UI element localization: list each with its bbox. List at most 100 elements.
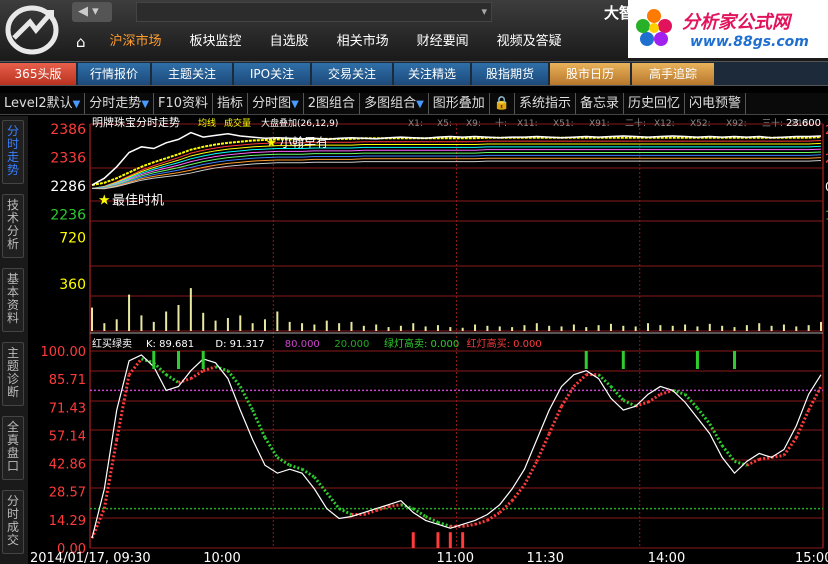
volume-bar <box>745 325 748 331</box>
sell-signal-bar <box>152 351 156 369</box>
side-tab-chengjiao[interactable]: 分时成交 <box>2 490 24 554</box>
kd-signal-segment <box>696 407 711 425</box>
volume-bar <box>696 326 699 331</box>
volume-bar <box>560 326 563 331</box>
volume-bar <box>659 325 662 331</box>
kd-stat: 80.000 <box>285 339 320 350</box>
price-tick-label: 2336 <box>50 151 86 167</box>
tab-hangqing[interactable]: 行情报价 <box>78 63 150 85</box>
kd-title: 红买绿卖 <box>92 337 132 350</box>
back-forward-icon[interactable]: ◀ ▾ <box>72 2 112 22</box>
tab-zhuti[interactable]: 主题关注 <box>152 63 232 85</box>
legend-item: X9: <box>466 119 481 129</box>
tab-rili[interactable]: 股市日历 <box>550 63 630 85</box>
kd-tick-label: 28.57 <box>49 486 86 501</box>
volume-bar <box>375 324 378 331</box>
menu-zixuan[interactable]: 自选股 <box>256 30 323 54</box>
brand-url: www.88gs.com <box>690 34 809 50</box>
kd-signal-segment <box>462 522 476 528</box>
toolbar-f10[interactable]: F10资料 <box>154 93 214 114</box>
toolbar-lock[interactable]: 🔒 <box>490 93 515 114</box>
volume-bar <box>152 321 155 331</box>
toolbar-2tu[interactable]: 2图组合 <box>304 93 361 114</box>
kd-signal-segment <box>152 361 168 376</box>
time-tick-label: 11:30 <box>527 551 564 564</box>
volume-bar <box>498 326 501 331</box>
chart-area[interactable]: 23862336228622362201720360100.0085.7171.… <box>28 116 828 564</box>
menu-shipin[interactable]: 视频及答疑 <box>483 30 576 54</box>
side-tab-pankou-label: 全真盘口 <box>6 420 19 473</box>
kd-signal-segment <box>313 476 328 494</box>
toolbar-beiwang[interactable]: 备忘录 <box>576 93 625 114</box>
secondary-tabs: 365头版 行情报价 主题关注 IPO关注 交易关注 关注精选 股指期货 股市日… <box>0 62 828 86</box>
side-tab-fenshi-label: 分时走势 <box>6 124 19 177</box>
kd-signal-segment <box>510 484 526 502</box>
address-bar[interactable]: ▾ <box>136 2 492 22</box>
side-tab-fenshi[interactable]: 分时走势 <box>2 120 24 184</box>
menu-hushen[interactable]: 沪深市场 <box>96 30 176 54</box>
volume-bar <box>597 325 600 331</box>
volume-bar <box>770 325 773 331</box>
sell-signal-bar <box>695 351 699 369</box>
volume-bar <box>721 325 724 331</box>
time-tick-label: 10:00 <box>203 551 240 564</box>
chart-toolbar: Level2默认▼ 分时走势▼ F10资料 指标 分时图▼ 2图组合 多图组合▼… <box>0 93 828 115</box>
side-tabs: 分时走势 技术分析 基本资料 主题诊断 全真盘口 分时成交 <box>0 116 28 564</box>
toolbar-fenshitu[interactable]: 分时图▼ <box>248 93 304 114</box>
buy-signal-bar <box>411 532 415 548</box>
side-tab-pankou[interactable]: 全真盘口 <box>2 416 24 480</box>
toolbar-lishi[interactable]: 历史回忆 <box>624 93 686 114</box>
volume-bar <box>362 325 365 331</box>
volume-bar <box>671 325 674 331</box>
menu-bankuai[interactable]: 板块监控 <box>176 30 256 54</box>
annotation-label: 最佳时机 <box>112 193 164 208</box>
volume-bar <box>202 312 205 331</box>
toolbar-level2[interactable]: Level2默认▼ <box>0 93 86 114</box>
legend-item: 均线 <box>198 117 216 129</box>
kd-signal-segment <box>560 385 576 407</box>
volume-bar <box>572 324 575 331</box>
chevron-down-icon[interactable]: ▾ <box>481 5 487 18</box>
price-tick-label: 2236 <box>50 208 86 224</box>
toolbar-xitong[interactable]: 系统指示 <box>515 93 576 114</box>
volume-bar <box>535 323 538 331</box>
legend-item: X12: <box>654 119 675 129</box>
side-tab-zhenduan[interactable]: 主题诊断 <box>2 342 24 406</box>
kd-signal-segment <box>412 507 427 518</box>
toolbar-duotu[interactable]: 多图组合▼ <box>360 93 429 114</box>
tab-jiaoyi[interactable]: 交易关注 <box>312 63 392 85</box>
ribbon-line <box>91 154 822 189</box>
menu-xiangguan[interactable]: 相关市场 <box>323 30 403 54</box>
menu-caijing[interactable]: 财经要闻 <box>403 30 483 54</box>
toolbar-shandian[interactable]: 闪电预警 <box>685 93 747 114</box>
main-menu: ⌂ 沪深市场 板块监控 自选股 相关市场 财经要闻 视频及答疑 <box>72 30 576 54</box>
toolbar-tuxing[interactable]: 图形叠加 <box>429 93 490 114</box>
volume-bar <box>486 325 489 331</box>
kd-tick-label: 57.14 <box>49 429 86 444</box>
sell-signal-bar <box>733 351 737 369</box>
volume-bar <box>301 323 304 331</box>
time-tick-label: 2014/01/17, 09:30 <box>30 551 151 564</box>
side-tab-jiben-label: 基本资料 <box>6 272 19 325</box>
kd-stat: 绿灯高卖: 0.000 <box>384 337 459 350</box>
title-bar: ◀ ▾ ▾ 大智慧 分析家公式网 www.88gs.com ⌂ 沪深市场 板块监… <box>0 0 828 62</box>
tab-guanzhu[interactable]: 关注精选 <box>394 63 470 85</box>
side-tab-jishu[interactable]: 技术分析 <box>2 194 24 258</box>
home-icon[interactable]: ⌂ <box>72 30 96 54</box>
volume-bar <box>807 325 810 331</box>
toolbar-fenshi[interactable]: 分时走势▼ <box>85 93 155 114</box>
toolbar-zhibiao[interactable]: 指标 <box>213 93 249 114</box>
side-tab-jiben[interactable]: 基本资料 <box>2 268 24 332</box>
kd-signal-segment <box>758 455 772 461</box>
tab-ipo[interactable]: IPO关注 <box>234 63 310 85</box>
sell-signal-bar <box>201 351 205 369</box>
tab-gaoshou[interactable]: 高手追踪 <box>632 63 714 85</box>
brand-logo: 分析家公式网 www.88gs.com <box>628 0 828 58</box>
tab-guzhi[interactable]: 股指期货 <box>472 63 548 85</box>
volume-bar <box>165 311 168 331</box>
legend-item: X5: <box>437 119 452 129</box>
brand-name: 分析家公式网 <box>682 12 790 33</box>
kd-signal-segment <box>165 373 180 384</box>
toolbar-fenshi-label: 分时走势 <box>89 96 142 111</box>
tab-365[interactable]: 365头版 <box>0 63 76 85</box>
